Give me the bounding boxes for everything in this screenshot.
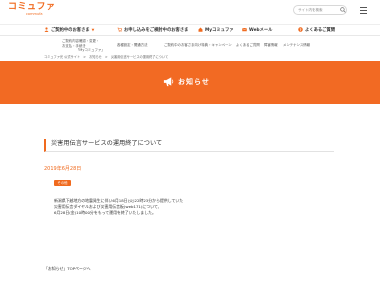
news-top-link[interactable]: 「お知らせ」TOPページへ bbox=[44, 266, 91, 272]
category-badge: その他 bbox=[54, 180, 71, 186]
subnav-item-outage[interactable]: 障害情報 bbox=[264, 43, 278, 48]
logo-text: コミュファ bbox=[8, 2, 56, 12]
site-search-input[interactable]: サイト内を検索 bbox=[293, 5, 347, 15]
nav-item-faq[interactable]: ? よくあるご質問 bbox=[298, 25, 335, 36]
search-icon[interactable] bbox=[340, 7, 346, 13]
nav-label: お申し込みをご検討中のお客さま bbox=[124, 28, 189, 33]
main-nav: ご契約中のお客さま ▼ お申し込みをご検討中のお客さま Myコミュファ Webメー… bbox=[0, 24, 380, 36]
nav-item-webmail[interactable]: Webメール bbox=[242, 25, 272, 36]
subnav-item-contract[interactable]: ご契約内容確認・変更・ お支払・手続き 「Myコミュファ」 bbox=[62, 39, 105, 53]
chevron-down-icon: ▼ bbox=[91, 28, 95, 32]
nav-label: Webメール bbox=[249, 28, 273, 33]
nav-label: Myコミュファ bbox=[205, 28, 234, 33]
question-icon: ? bbox=[298, 27, 303, 32]
body-line: 6月28日(金)10時00分をもって運用を終了いたしました。 bbox=[54, 210, 156, 215]
search-placeholder: サイト内を検索 bbox=[298, 8, 323, 12]
subnav-item-faq[interactable]: よくあるご質問 bbox=[236, 43, 260, 48]
page-title: お知らせ bbox=[178, 78, 210, 86]
house-icon bbox=[198, 27, 203, 32]
logo-subtext: commufa bbox=[26, 12, 43, 16]
page-banner: お知らせ bbox=[0, 61, 380, 104]
article-title: 災害用伝言サービスの運用終了について bbox=[44, 139, 334, 152]
subnav-label: 「Myコミュファ」 bbox=[76, 48, 105, 52]
menu-icon[interactable] bbox=[353, 4, 373, 17]
nav-item-prospective-customers[interactable]: お申し込みをご検討中のお客さま bbox=[117, 25, 188, 36]
site-header: コミュファ commufa サイト内を検索 bbox=[0, 0, 380, 22]
subnav-item-campaign[interactable]: ご契約中のお客さま向け特典・キャンペーン bbox=[164, 43, 232, 48]
sub-nav: ご契約内容確認・変更・ お支払・手続き 「Myコミュファ」 各種設定・開通方法 … bbox=[0, 37, 380, 53]
commufa-logo[interactable]: コミュファ commufa bbox=[8, 2, 56, 16]
nav-label: ご契約中のお客さま bbox=[51, 28, 90, 33]
megaphone-icon bbox=[163, 77, 174, 87]
article-body: 新潟県下越地方の地震発生に伴い6月18日(火)22時23分から提供していた 災害… bbox=[54, 198, 344, 216]
article-date: 2019年6月28日 bbox=[44, 166, 82, 172]
breadcrumb[interactable]: コミュファ光 公式サイト > お知らせ > 災害用伝言サービスの運用終了について bbox=[44, 54, 168, 59]
svg-text:?: ? bbox=[299, 28, 301, 32]
subnav-item-settings[interactable]: 各種設定・開通方法 bbox=[117, 43, 148, 48]
subnav-item-maintenance[interactable]: メンテナンス情報 bbox=[283, 43, 310, 48]
subnav-label: ご契約内容確認・変更・ bbox=[62, 39, 100, 43]
mail-icon bbox=[242, 27, 247, 32]
nav-item-current-customers[interactable]: ご契約中のお客さま ▼ bbox=[44, 25, 94, 36]
nav-item-my-commufa[interactable]: Myコミュファ bbox=[198, 25, 234, 36]
person-icon bbox=[44, 27, 49, 32]
cart-icon bbox=[117, 27, 122, 32]
nav-label: よくあるご質問 bbox=[305, 28, 336, 33]
